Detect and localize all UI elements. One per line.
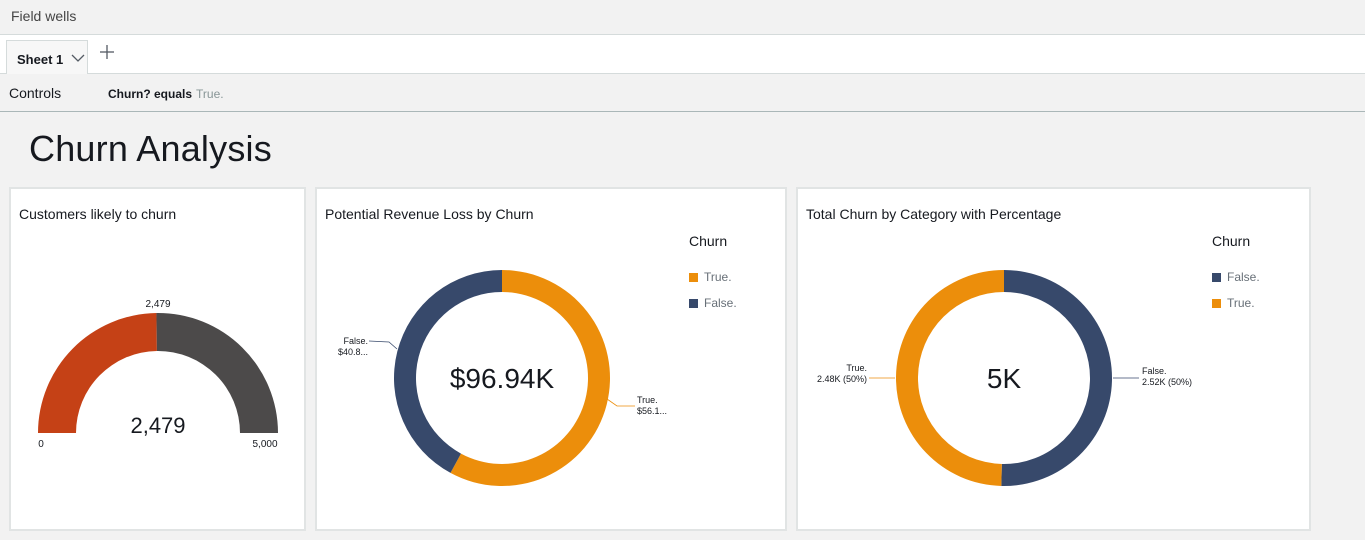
tab-sheet-1[interactable]: Sheet 1 [6, 40, 88, 74]
gauge-max-label: 5,000 [252, 439, 277, 450]
dashboard-title: Churn Analysis [29, 128, 272, 169]
revenue-donut-chart: $96.94K False. $40.8... True. $56.1... C… [338, 233, 737, 486]
legend-item-true[interactable]: True. [704, 270, 732, 284]
chevron-down-icon[interactable] [71, 51, 85, 65]
callout-line-false [368, 340, 398, 350]
legend-title: Churn [689, 233, 727, 249]
callout-false-name: False. [343, 336, 368, 346]
revenue-donut-visual[interactable]: Potential Revenue Loss by Churn $96.94K … [315, 187, 787, 531]
legend-title: Churn [1212, 233, 1250, 249]
callout-true-value: 2.48K (50%) [817, 374, 867, 384]
filter-chip[interactable]: Churn? equals True. [108, 87, 224, 101]
legend-swatch-true [1212, 299, 1221, 308]
callout-false-name: False. [1142, 366, 1167, 376]
gauge-chart: 2,479 2,479 0 5,000 [38, 299, 278, 450]
filter-value: True. [196, 87, 224, 101]
gauge-visual[interactable]: Customers likely to churn 2,479 2,479 0 … [9, 187, 306, 531]
revenue-center-label: $96.94K [450, 363, 555, 394]
legend-item-true[interactable]: True. [1227, 296, 1255, 310]
category-donut-visual[interactable]: Total Churn by Category with Percentage … [796, 187, 1311, 531]
gauge-min-label: 0 [38, 439, 44, 450]
gauge-value-label: 2,479 [130, 413, 185, 438]
gauge-top-label: 2,479 [145, 299, 170, 310]
legend-item-false[interactable]: False. [704, 296, 737, 310]
add-sheet-icon[interactable] [98, 43, 116, 61]
legend-swatch-true [689, 273, 698, 282]
legend-swatch-false [1212, 273, 1221, 282]
legend-item-false[interactable]: False. [1227, 270, 1260, 284]
controls-bar: Controls Churn? equals True. [0, 74, 1365, 112]
legend-swatch-false [689, 299, 698, 308]
callout-false-value: $40.8... [338, 347, 368, 357]
callout-true-value: $56.1... [637, 406, 667, 416]
field-wells-label[interactable]: Field wells [11, 8, 76, 24]
callout-true-name: True. [637, 395, 658, 405]
callout-false-value: 2.52K (50%) [1142, 377, 1192, 387]
category-donut-chart: 5K True. 2.48K (50%) False. 2.52K (50%) … [817, 233, 1260, 487]
tab-sheet-1-label: Sheet 1 [17, 52, 64, 67]
sheet-tab-bar: Sheet 1 [0, 35, 1365, 74]
filter-field: Churn? equals [108, 87, 193, 101]
field-wells-bar[interactable]: Field wells [0, 0, 1365, 35]
bottom-strip [0, 533, 1365, 540]
callout-true-name: True. [846, 363, 867, 373]
callout-line-true [606, 398, 635, 407]
controls-label[interactable]: Controls [9, 85, 61, 101]
category-center-label: 5K [987, 363, 1022, 394]
